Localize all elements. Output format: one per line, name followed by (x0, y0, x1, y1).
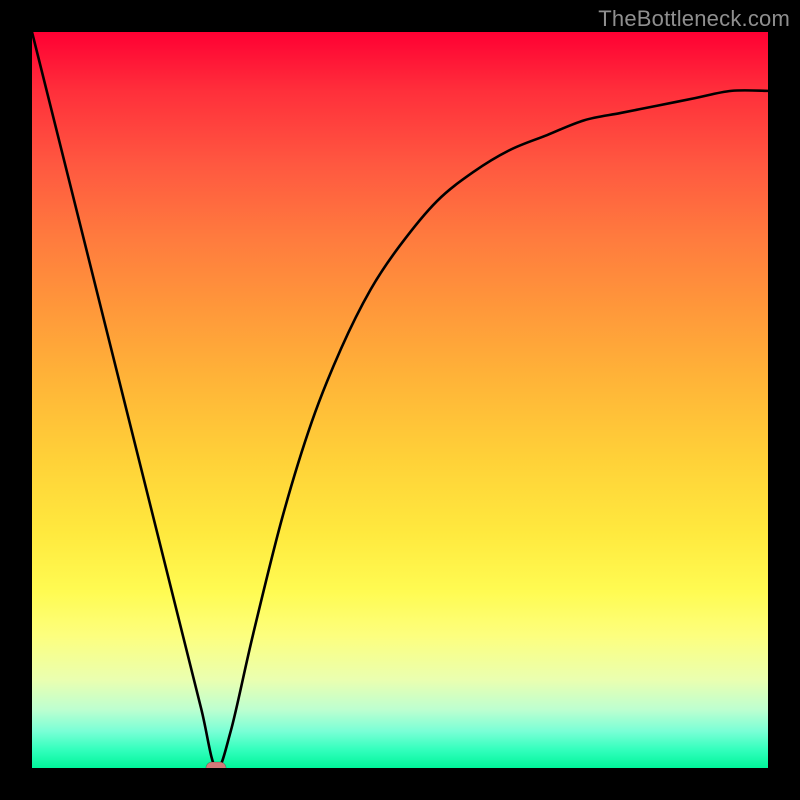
min-point-pill (206, 762, 226, 768)
plot-area (32, 32, 768, 768)
figure-frame: TheBottleneck.com (0, 0, 800, 800)
curve-group (32, 32, 768, 768)
watermark-text: TheBottleneck.com (598, 6, 790, 32)
bottleneck-curve (32, 32, 768, 768)
min-point-marker (206, 762, 226, 768)
bottleneck-curve-svg (32, 32, 768, 768)
